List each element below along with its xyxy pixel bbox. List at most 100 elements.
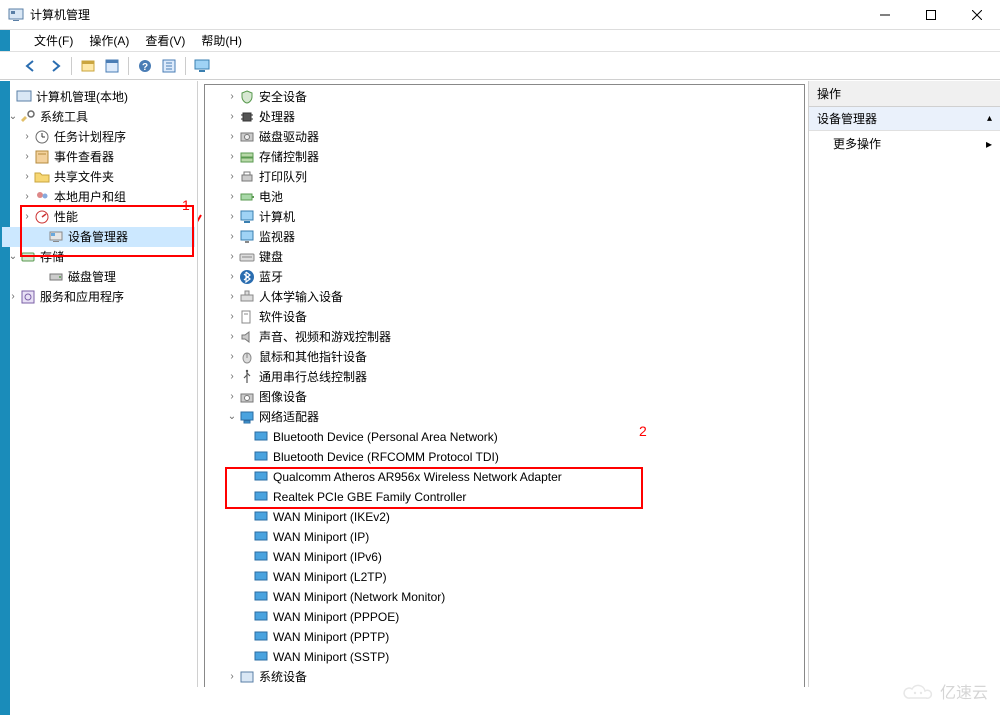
actions-section-label: 设备管理器 [817,110,877,127]
net-item-wan-pptp[interactable]: WAN Miniport (PPTP) [211,627,802,647]
tree-local-users[interactable]: ›本地用户和组 [2,187,195,207]
chevron-right-icon[interactable]: › [20,147,34,167]
cpu-icon [239,109,255,125]
chevron-right-icon[interactable]: › [225,167,239,187]
category-battery[interactable]: ›电池 [211,187,802,207]
chevron-right-icon[interactable]: › [20,167,34,187]
chevron-right-icon[interactable]: › [225,267,239,287]
tree-disk-mgmt[interactable]: 磁盘管理 [2,267,195,287]
chevron-right-icon[interactable]: › [225,307,239,327]
chevron-right-icon[interactable]: › [225,127,239,147]
toolbar-properties[interactable] [101,55,123,77]
category-sound[interactable]: ›声音、视频和游戏控制器 [211,327,802,347]
chevron-down-icon[interactable]: ⌄ [6,247,20,267]
category-usb[interactable]: › 通用串行总线控制器 [211,367,802,387]
toolbar-show-hide[interactable] [77,55,99,77]
tree-label: 通用串行总线控制器 [259,367,367,387]
chevron-right-icon[interactable]: › [225,667,239,687]
chevron-right-icon[interactable]: › [225,387,239,407]
chevron-right-icon[interactable]: › [225,347,239,367]
category-software[interactable]: ›软件设备 [211,307,802,327]
category-disk-drives[interactable]: ›磁盘驱动器 [211,127,802,147]
close-button[interactable] [954,0,1000,30]
chevron-down-icon[interactable]: ⌄ [6,107,20,127]
category-security[interactable]: ›安全设备 [211,87,802,107]
toolbar-action[interactable] [158,55,180,77]
chevron-right-icon[interactable]: › [225,227,239,247]
category-storage-ctrl[interactable]: ›存储控制器 [211,147,802,167]
chevron-right-icon[interactable]: › [225,367,239,387]
net-item-bt-pan[interactable]: Bluetooth Device (Personal Area Network) [211,427,802,447]
chevron-right-icon[interactable]: › [225,327,239,347]
category-print[interactable]: ›打印队列 [211,167,802,187]
tree-performance[interactable]: › 性能 [2,207,195,227]
net-item-wan-sstp[interactable]: WAN Miniport (SSTP) [211,647,802,667]
tree-services[interactable]: ›服务和应用程序 [2,287,195,307]
chevron-down-icon[interactable]: ⌄ [225,407,239,427]
tree-shared-folders[interactable]: › 共享文件夹 [2,167,195,187]
chevron-right-icon[interactable]: › [20,187,34,207]
tree-device-manager[interactable]: 设备管理器 [2,227,195,247]
menu-help[interactable]: 帮助(H) [193,30,250,51]
net-item-wan-pppoe[interactable]: WAN Miniport (PPPOE) [211,607,802,627]
category-keyboard[interactable]: ›键盘 [211,247,802,267]
net-item-wan-ikev2[interactable]: WAN Miniport (IKEv2) [211,507,802,527]
net-item-qualcomm[interactable]: Qualcomm Atheros AR956x Wireless Network… [211,467,802,487]
actions-more-label: 更多操作 [833,135,881,152]
tree-task-scheduler[interactable]: ›任务计划程序 [2,127,195,147]
net-item-wan-netmon[interactable]: WAN Miniport (Network Monitor) [211,587,802,607]
tree-label: 性能 [54,207,78,227]
net-item-wan-ipv6[interactable]: WAN Miniport (IPv6) [211,547,802,567]
triangle-right-icon: ▸ [986,137,992,151]
category-processor[interactable]: ›处理器 [211,107,802,127]
center-panel[interactable]: ›安全设备 ›处理器 ›磁盘驱动器 ›存储控制器 ›打印队列 ›电池 ›计算机 … [198,81,809,687]
tree-storage[interactable]: ⌄存储 [2,247,195,267]
net-item-realtek[interactable]: Realtek PCIe GBE Family Controller [211,487,802,507]
mouse-icon [239,349,255,365]
chevron-right-icon[interactable]: › [225,187,239,207]
chevron-right-icon[interactable]: › [225,207,239,227]
category-monitor[interactable]: ›监视器 [211,227,802,247]
category-network[interactable]: ⌄网络适配器 [211,407,802,427]
menu-file[interactable]: 文件(F) [26,30,81,51]
tree-label: 事件查看器 [54,147,114,167]
minimize-button[interactable] [862,0,908,30]
actions-section[interactable]: 设备管理器 ▴ [809,107,1000,131]
maximize-button[interactable] [908,0,954,30]
toolbar-computer[interactable] [191,55,213,77]
chevron-right-icon[interactable]: › [225,87,239,107]
menu-action[interactable]: 操作(A) [81,30,137,51]
chevron-right-icon[interactable]: › [6,287,20,307]
toolbar-help[interactable]: ? [134,55,156,77]
net-item-bt-rfcomm[interactable]: Bluetooth Device (RFCOMM Protocol TDI) [211,447,802,467]
tree-root[interactable]: 计算机管理(本地) [2,87,195,107]
net-item-wan-ip[interactable]: WAN Miniport (IP) [211,527,802,547]
chevron-right-icon[interactable]: › [20,207,34,227]
category-hid[interactable]: › 人体学输入设备 [211,287,802,307]
category-computer[interactable]: ›计算机 [211,207,802,227]
tree-label: WAN Miniport (SSTP) [273,647,389,667]
net-item-wan-l2tp[interactable]: WAN Miniport (L2TP) [211,567,802,587]
toolbar-separator [185,57,186,75]
category-mice[interactable]: ›鼠标和其他指针设备 [211,347,802,367]
chevron-right-icon[interactable]: › [225,287,239,307]
tree-system-tools[interactable]: ⌄系统工具 [2,107,195,127]
category-system-devices[interactable]: › 系统设备 [211,667,802,687]
tree-label: 共享文件夹 [54,167,114,187]
forward-button[interactable] [44,55,66,77]
category-bluetooth[interactable]: ›蓝牙 [211,267,802,287]
chevron-right-icon[interactable]: › [225,107,239,127]
category-imaging[interactable]: ›图像设备 [211,387,802,407]
tree-event-viewer[interactable]: › 事件查看器 [2,147,195,167]
menu-view[interactable]: 查看(V) [137,30,193,51]
chevron-right-icon[interactable]: › [225,247,239,267]
chevron-right-icon[interactable]: › [225,147,239,167]
actions-header: 操作 [809,81,1000,107]
tree-label: 人体学输入设备 [259,287,343,307]
chevron-right-icon[interactable]: › [20,127,34,147]
back-button[interactable] [20,55,42,77]
actions-more[interactable]: 更多操作 ▸ [809,131,1000,156]
monitor-icon [239,229,255,245]
tree-label: 系统设备 [259,667,307,687]
adapter-icon [253,609,269,625]
